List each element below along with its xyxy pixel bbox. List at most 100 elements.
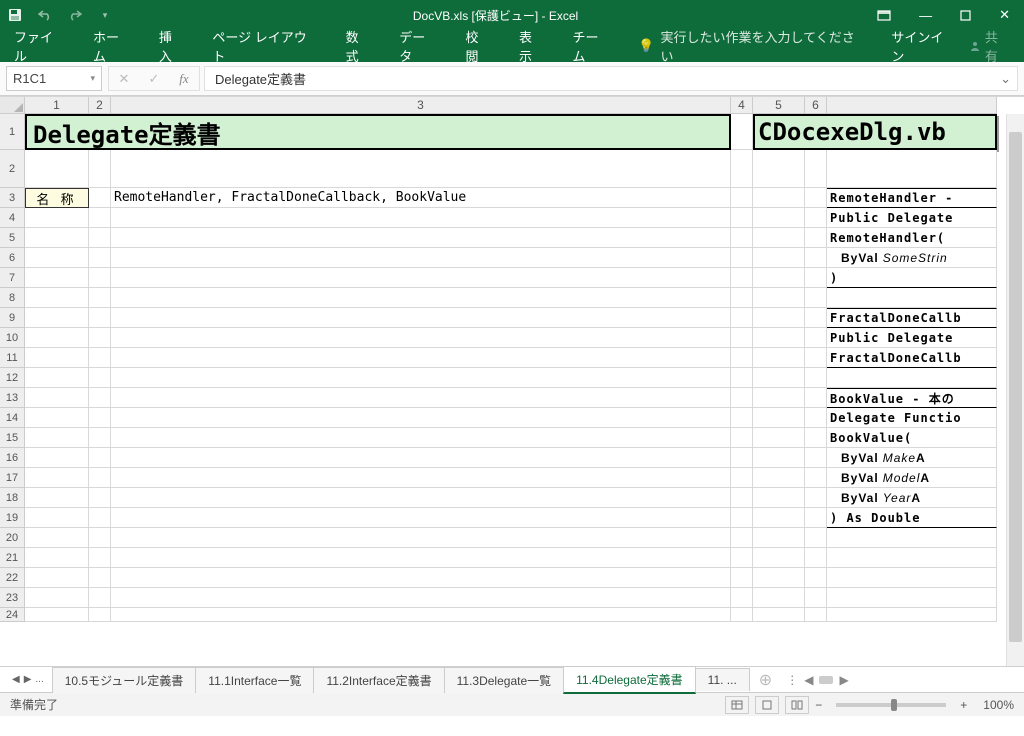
cell[interactable] (827, 608, 997, 622)
cell[interactable] (89, 368, 111, 388)
cell[interactable] (731, 368, 753, 388)
cell[interactable] (805, 248, 827, 268)
row-header[interactable]: 10 (0, 328, 25, 348)
cell-code[interactable]: BookValue( (827, 428, 997, 448)
col-header[interactable]: 6 (805, 97, 827, 114)
cell-names-list[interactable]: RemoteHandler, FractalDoneCallback, Book… (111, 188, 731, 208)
cell[interactable] (731, 114, 753, 150)
tab-formulas[interactable]: 数式 (346, 27, 372, 65)
tab-nav-more[interactable]: ... (35, 674, 43, 685)
cell[interactable] (111, 368, 731, 388)
row-header[interactable]: 14 (0, 408, 25, 428)
redo-icon[interactable] (66, 6, 84, 24)
cell[interactable] (805, 488, 827, 508)
cell[interactable] (753, 150, 805, 188)
cell[interactable] (25, 528, 89, 548)
cell[interactable] (25, 508, 89, 528)
cell-code[interactable]: ByValYear A (827, 488, 997, 508)
save-icon[interactable] (6, 6, 24, 24)
row-header[interactable]: 12 (0, 368, 25, 388)
cell[interactable] (25, 588, 89, 608)
cell[interactable] (111, 288, 731, 308)
cell[interactable] (25, 548, 89, 568)
tab-view[interactable]: 表示 (519, 27, 545, 65)
cell[interactable] (753, 348, 805, 368)
cell[interactable] (111, 408, 731, 428)
cell[interactable] (731, 308, 753, 328)
cell-code[interactable]: ByValModel A (827, 468, 997, 488)
sheet-tab-active[interactable]: 11.4Delegate定義書 (563, 666, 696, 694)
cell[interactable] (827, 568, 997, 588)
col-header[interactable] (827, 97, 997, 114)
cell[interactable] (805, 368, 827, 388)
row-header[interactable]: 20 (0, 528, 25, 548)
cell[interactable] (111, 150, 731, 188)
cell[interactable] (89, 248, 111, 268)
row-header[interactable]: 15 (0, 428, 25, 448)
row-header[interactable]: 9 (0, 308, 25, 328)
cell[interactable] (753, 288, 805, 308)
cell[interactable] (753, 488, 805, 508)
cell[interactable] (731, 408, 753, 428)
enter-formula-icon[interactable]: ✓ (139, 71, 169, 87)
tab-file[interactable]: ファイル (14, 27, 65, 65)
cell[interactable] (805, 568, 827, 588)
cell[interactable] (731, 528, 753, 548)
cell[interactable] (25, 268, 89, 288)
row-header[interactable]: 3 (0, 188, 25, 208)
cell[interactable] (111, 608, 731, 622)
cell[interactable] (89, 548, 111, 568)
sheet-tab[interactable]: 11.1Interface一覧 (195, 667, 314, 693)
cell[interactable] (89, 228, 111, 248)
cell[interactable] (731, 568, 753, 588)
cell[interactable] (753, 208, 805, 228)
cell-code[interactable]: ) As Double (827, 508, 997, 528)
hscroll-thumb[interactable] (819, 676, 833, 684)
sheet-tab[interactable]: 10.5モジュール定義書 (52, 667, 197, 693)
tab-nav-next-icon[interactable]: ▶ (24, 674, 32, 685)
cell[interactable] (731, 488, 753, 508)
cell[interactable] (111, 528, 731, 548)
cell[interactable] (89, 388, 111, 408)
cell[interactable] (111, 588, 731, 608)
cell[interactable] (805, 588, 827, 608)
cell[interactable] (753, 408, 805, 428)
cell[interactable] (89, 348, 111, 368)
cell[interactable] (827, 288, 997, 308)
cell[interactable] (25, 428, 89, 448)
ribbon-display-icon[interactable] (877, 10, 891, 21)
cell[interactable] (731, 388, 753, 408)
close-icon[interactable]: ✕ (999, 7, 1010, 23)
cell[interactable] (731, 588, 753, 608)
cell[interactable] (731, 348, 753, 368)
cell[interactable] (111, 268, 731, 288)
cell[interactable] (753, 468, 805, 488)
cell[interactable] (753, 428, 805, 448)
cell-code[interactable]: RemoteHandler - (827, 188, 997, 208)
cell[interactable] (805, 208, 827, 228)
signin-link[interactable]: サインイン (891, 27, 955, 65)
row-header[interactable]: 24 (0, 608, 25, 622)
cell-code[interactable]: ) (827, 268, 997, 288)
cell[interactable] (753, 368, 805, 388)
cell[interactable] (731, 288, 753, 308)
tab-scroll-left-icon[interactable]: ◀ (804, 673, 813, 687)
select-all-button[interactable] (0, 97, 25, 114)
cell[interactable] (805, 228, 827, 248)
cell[interactable] (89, 468, 111, 488)
cell[interactable] (111, 208, 731, 228)
cell[interactable] (111, 488, 731, 508)
minimize-icon[interactable]: — (919, 8, 932, 23)
row-header[interactable]: 11 (0, 348, 25, 368)
zoom-out-button[interactable]: − (815, 698, 822, 712)
cell[interactable] (805, 150, 827, 188)
cell[interactable] (805, 468, 827, 488)
row-header[interactable]: 16 (0, 448, 25, 468)
tab-nav-prev-icon[interactable]: ◀ (12, 674, 20, 685)
cell[interactable] (25, 150, 89, 188)
cell[interactable] (111, 548, 731, 568)
cell[interactable] (805, 548, 827, 568)
tab-scroll-sep-icon[interactable]: ⋮ (786, 673, 798, 687)
cell-code[interactable]: Public Delegate (827, 208, 997, 228)
cell[interactable] (753, 588, 805, 608)
